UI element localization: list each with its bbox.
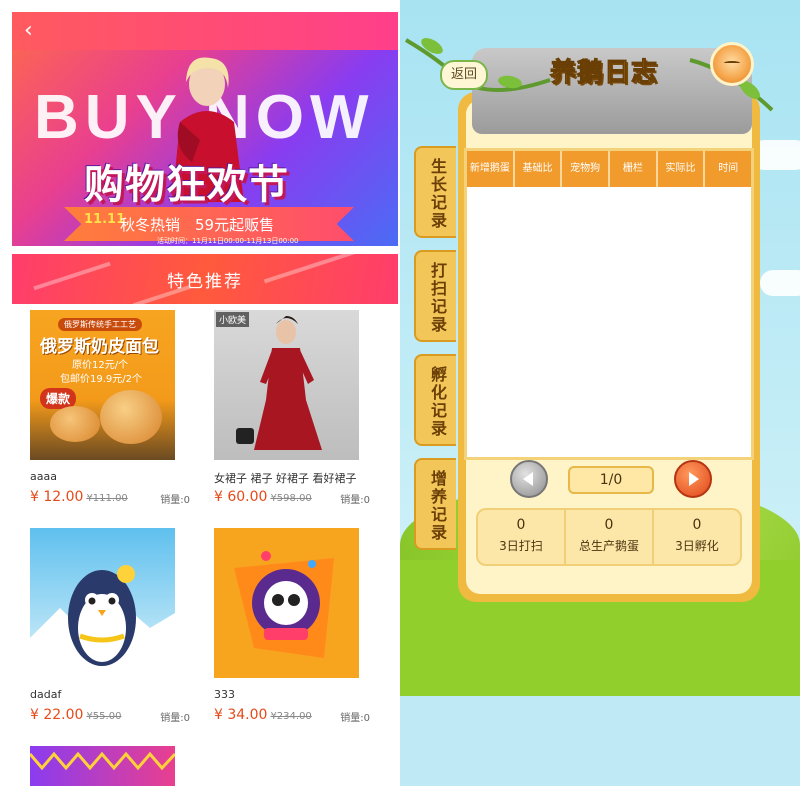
product-price: ¥ 22.00 bbox=[30, 707, 84, 723]
page-indicator: 1/0 bbox=[568, 466, 654, 494]
price-row: ¥ 22.00 ¥55.00 销量:0 bbox=[30, 704, 190, 724]
log-table: 新增鹅蛋 基础比 宠物狗 栅栏 实际比 时间 bbox=[464, 148, 754, 460]
product-name[interactable]: dadaf bbox=[30, 688, 190, 702]
table-header-cell: 宠物狗 bbox=[562, 151, 611, 187]
tab-label: 孵化记录 bbox=[428, 366, 447, 438]
stat-value: 0 bbox=[692, 517, 702, 533]
product-image-sub: 原价12元/个 bbox=[72, 360, 129, 371]
product-price: ¥ 60.00 bbox=[214, 489, 268, 505]
banner-date-badge: 11.11 bbox=[84, 212, 126, 227]
product-sales: 销量:0 bbox=[160, 713, 190, 724]
table-header-cell: 栅栏 bbox=[610, 151, 658, 187]
product-name[interactable]: 女裙子 裙子 好裙子 看好裙子 bbox=[214, 470, 370, 485]
product-price: ¥ 12.00 bbox=[30, 489, 84, 505]
next-page-button[interactable] bbox=[674, 460, 712, 498]
tab-label: 生长记录 bbox=[428, 158, 447, 230]
stat-total-eggs: 0 总生产鹅蛋 bbox=[566, 510, 654, 564]
promo-banner[interactable]: ‹ BUY NOW 购物狂欢节 11.11 秋冬热销 59元起贩售 活动时间：1… bbox=[12, 12, 398, 246]
table-header-cell: 新增鹅蛋 bbox=[467, 151, 515, 187]
game-panel: 返回 养鹅日志 生长记录 打扫记录 孵化记录 增养记录 新增鹅蛋 基础比 宠物狗… bbox=[400, 0, 800, 786]
product-image-title: 俄罗斯奶皮面包 bbox=[40, 337, 159, 357]
bunting-image bbox=[30, 751, 175, 771]
product-old-price: ¥598.00 bbox=[270, 493, 312, 504]
tab-breeding-record[interactable]: 增养记录 bbox=[414, 458, 456, 550]
stat-value: 0 bbox=[604, 517, 614, 533]
panda-promo-image bbox=[234, 551, 334, 658]
stats-bar: 0 3日打扫 0 总生产鹅蛋 0 3日孵化 bbox=[476, 508, 742, 566]
product-card[interactable]: 333 ¥ 34.00 ¥234.00 销量:0 bbox=[214, 528, 370, 724]
tab-growth-record[interactable]: 生长记录 bbox=[414, 146, 456, 238]
banner-headline: 购物狂欢节 bbox=[84, 162, 289, 208]
stat-hatching: 0 3日孵化 bbox=[654, 510, 740, 564]
product-old-price: ¥55.00 bbox=[86, 711, 122, 722]
stat-value: 0 bbox=[516, 517, 526, 533]
product-image[interactable]: 小欧美 bbox=[214, 310, 359, 460]
tab-hatching-record[interactable]: 孵化记录 bbox=[414, 354, 456, 446]
product-price: ¥ 34.00 bbox=[214, 707, 268, 723]
back-button[interactable]: 返回 bbox=[440, 60, 488, 90]
table-header-cell: 时间 bbox=[718, 163, 739, 174]
product-image-tag: 小欧美 bbox=[216, 312, 250, 327]
tab-label: 增养记录 bbox=[428, 470, 447, 542]
stat-label: 3日孵化 bbox=[675, 539, 719, 553]
banner-ribbon-text: 秋冬热销 59元起贩售 bbox=[120, 216, 275, 234]
page-title: 养鹅日志 bbox=[549, 58, 659, 89]
product-image[interactable] bbox=[214, 528, 359, 678]
stat-cleaning: 0 3日打扫 bbox=[478, 510, 566, 564]
price-row: ¥ 60.00 ¥598.00 销量:0 bbox=[214, 486, 370, 506]
product-name[interactable]: aaaa bbox=[30, 470, 190, 484]
product-sales: 销量:0 bbox=[340, 495, 370, 506]
table-header-cell: 基础比 bbox=[515, 151, 563, 187]
stat-label: 3日打扫 bbox=[499, 539, 543, 553]
carousel-dots[interactable] bbox=[182, 242, 266, 246]
bread-shape bbox=[50, 406, 100, 442]
featured-header: 特色推荐 bbox=[12, 254, 398, 304]
banner-top-bar bbox=[12, 12, 398, 50]
chevron-left-icon[interactable]: ‹ bbox=[24, 18, 33, 43]
price-row: ¥ 12.00 ¥111.00 销量:0 bbox=[30, 486, 190, 506]
triangle-left-icon bbox=[523, 472, 533, 486]
product-image-tag: 俄罗斯传统手工工艺 bbox=[58, 318, 142, 331]
tab-cleaning-record[interactable]: 打扫记录 bbox=[414, 250, 456, 342]
shop-panel: ‹ BUY NOW 购物狂欢节 11.11 秋冬热销 59元起贩售 活动时间：1… bbox=[0, 0, 400, 786]
bottom-sky bbox=[400, 696, 800, 786]
dress-image bbox=[236, 316, 322, 450]
triangle-right-icon bbox=[689, 472, 699, 486]
product-sales: 销量:0 bbox=[340, 713, 370, 724]
product-card-partial[interactable] bbox=[30, 746, 175, 786]
product-old-price: ¥234.00 bbox=[270, 711, 312, 722]
featured-title: 特色推荐 bbox=[167, 272, 243, 292]
product-card[interactable]: 小欧美 女裙子 裙子 好裙子 看好裙子 ¥ 60.00 ¥598.00 销量:0 bbox=[214, 310, 370, 506]
penguin-image bbox=[30, 565, 175, 678]
avatar[interactable] bbox=[710, 42, 754, 86]
product-card[interactable]: 俄罗斯传统手工工艺 俄罗斯奶皮面包 原价12元/个 包邮价19.9元/2个 爆款… bbox=[30, 310, 190, 506]
product-sales: 销量:0 bbox=[160, 495, 190, 506]
product-image[interactable]: 俄罗斯传统手工工艺 俄罗斯奶皮面包 原价12元/个 包邮价19.9元/2个 爆款 bbox=[30, 310, 175, 460]
product-image-sub: 包邮价19.9元/2个 bbox=[60, 374, 142, 385]
product-card[interactable]: dadaf ¥ 22.00 ¥55.00 销量:0 bbox=[30, 528, 190, 724]
cloud bbox=[760, 270, 800, 296]
bread-shape bbox=[100, 390, 162, 444]
price-row: ¥ 34.00 ¥234.00 销量:0 bbox=[214, 704, 370, 724]
table-header-cell: 实际比 bbox=[658, 151, 706, 187]
product-image[interactable] bbox=[30, 528, 175, 678]
prev-page-button[interactable] bbox=[510, 460, 548, 498]
stat-label: 总生产鹅蛋 bbox=[578, 539, 639, 553]
tab-label: 打扫记录 bbox=[428, 262, 447, 334]
product-name[interactable]: 333 bbox=[214, 688, 370, 702]
pager: 1/0 bbox=[504, 460, 724, 504]
product-old-price: ¥111.00 bbox=[86, 493, 128, 504]
table-header-row: 新增鹅蛋 基础比 宠物狗 栅栏 实际比 时间 bbox=[467, 151, 751, 187]
